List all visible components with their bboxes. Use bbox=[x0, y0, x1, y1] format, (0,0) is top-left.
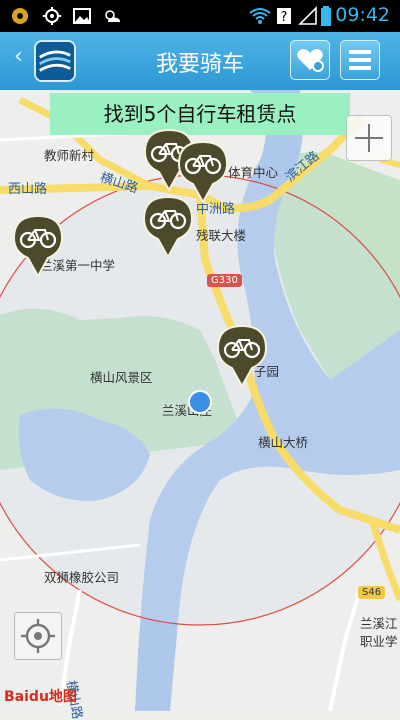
place-label: 双狮橡胶公司 bbox=[44, 570, 120, 585]
place-label: 体育中心 bbox=[228, 165, 279, 180]
favorites-button[interactable] bbox=[290, 40, 330, 80]
place-label: 职业学 bbox=[360, 634, 398, 649]
app-notification-icon bbox=[12, 8, 28, 24]
place-label: 残联大楼 bbox=[196, 228, 247, 243]
place-label: 教师新村 bbox=[44, 148, 95, 163]
current-location-marker bbox=[188, 390, 212, 414]
map-view[interactable]: 找到5个自行车租赁点 教师新村 西山路 体育中心 残联大楼 兰溪第一中学 横山风… bbox=[0, 90, 400, 720]
menu-icon bbox=[349, 50, 371, 70]
heart-icon bbox=[297, 49, 324, 72]
place-label: 横山大桥 bbox=[258, 435, 309, 450]
locate-icon bbox=[21, 619, 55, 653]
place-label: 横山风景区 bbox=[90, 370, 153, 385]
locate-me-button[interactable] bbox=[14, 612, 62, 660]
status-bar: ? 09:42 bbox=[0, 0, 400, 32]
app-header: ‹ 我要骑车 bbox=[0, 32, 400, 91]
s46-shield: S46 bbox=[358, 586, 386, 599]
signal-icon bbox=[298, 6, 317, 25]
battery-icon bbox=[321, 6, 331, 26]
g330-shield: G330 bbox=[207, 274, 242, 287]
clock: 09:42 bbox=[335, 4, 390, 26]
svg-text:?: ? bbox=[281, 10, 288, 25]
bike-station-pin[interactable] bbox=[12, 214, 64, 278]
result-banner: 找到5个自行车租赁点 bbox=[50, 93, 350, 135]
gps-icon bbox=[43, 7, 61, 25]
menu-button[interactable] bbox=[340, 40, 380, 80]
map-zoom-control[interactable] bbox=[346, 115, 392, 161]
bike-station-pin[interactable] bbox=[142, 195, 194, 259]
map-attribution: Baidu地图 bbox=[4, 689, 77, 705]
wifi-icon bbox=[249, 8, 271, 24]
road-label: 西山路 bbox=[8, 182, 48, 197]
gallery-icon bbox=[73, 8, 91, 24]
place-label: 兰溪江 bbox=[360, 616, 398, 631]
question-signal-icon: ? bbox=[277, 8, 291, 25]
weather-icon bbox=[105, 10, 120, 22]
crosshair-icon bbox=[355, 124, 383, 152]
bike-station-pin[interactable] bbox=[216, 324, 268, 388]
